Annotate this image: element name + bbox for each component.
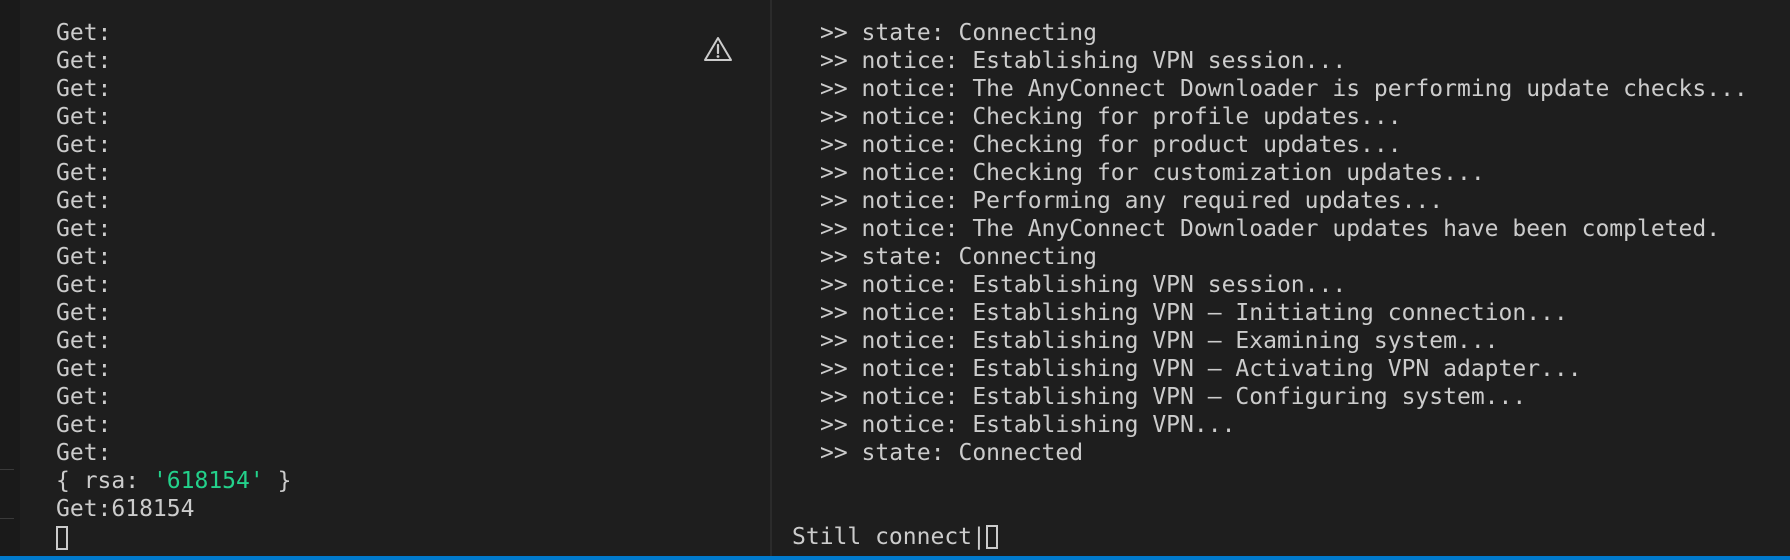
terminal-cursor — [56, 526, 68, 550]
terminal-line: >> notice: Establishing VPN – Initiating… — [820, 300, 1568, 326]
terminal-line: >> notice: The AnyConnect Downloader is … — [820, 76, 1748, 102]
terminal-line: Get: — [56, 300, 112, 326]
status-bar — [0, 556, 1790, 560]
terminal-line: Get: — [56, 48, 112, 74]
warning-triangle-icon[interactable] — [703, 35, 733, 63]
terminal-line: Get: — [56, 104, 112, 130]
terminal-line: Get: — [56, 328, 112, 354]
terminal-input-line[interactable]: Still connect| — [792, 523, 998, 551]
terminal-line: >> notice: The AnyConnect Downloader upd… — [820, 216, 1721, 242]
left-terminal-pane[interactable]: Get: Get: Get: Get: Get: Get: Get: Get: … — [0, 0, 770, 556]
rsa-prefix: { rsa: — [56, 468, 153, 494]
left-gutter — [0, 0, 20, 556]
right-terminal-pane[interactable]: >> state: Connecting >> notice: Establis… — [772, 0, 1790, 556]
gutter-marker — [0, 518, 14, 519]
terminal-line: >> state: Connected — [820, 440, 1084, 466]
terminal-line: >> notice: Checking for product updates.… — [820, 132, 1402, 158]
terminal-line: >> notice: Establishing VPN... — [820, 412, 1236, 438]
terminal-cursor — [985, 525, 998, 549]
terminal-line: Get: — [56, 412, 112, 438]
terminal-line: Get: — [56, 76, 112, 102]
terminal-line: >> notice: Performing any required updat… — [820, 188, 1444, 214]
terminal-line: >> notice: Establishing VPN session... — [820, 272, 1347, 298]
terminal-app: Get: Get: Get: Get: Get: Get: Get: Get: … — [0, 0, 1790, 560]
rsa-suffix: } — [263, 468, 292, 494]
terminal-line: Get: — [56, 188, 112, 214]
terminal-line: >> notice: Establishing VPN session... — [820, 48, 1347, 74]
terminal-line: >> state: Connecting — [820, 20, 1097, 46]
terminal-line: Get: — [56, 216, 112, 242]
terminal-line: >> notice: Checking for customization up… — [820, 160, 1485, 186]
rsa-object-line: { rsa: '618154' } — [56, 467, 291, 495]
terminal-line: Get: — [56, 440, 112, 466]
terminal-line: >> notice: Checking for profile updates.… — [820, 104, 1402, 130]
terminal-line: Get: — [56, 20, 112, 46]
right-terminal-output: >> state: Connecting >> notice: Establis… — [820, 19, 1748, 467]
gutter-marker — [0, 469, 14, 470]
terminal-line: Get: — [56, 132, 112, 158]
rsa-value: '618154' — [152, 468, 264, 494]
left-terminal-output: Get: Get: Get: Get: Get: Get: Get: Get: … — [56, 19, 291, 523]
input-text: Still connect| — [792, 524, 986, 550]
terminal-line: >> notice: Establishing VPN – Configurin… — [820, 384, 1527, 410]
terminal-line: >> notice: Establishing VPN – Examining … — [820, 328, 1499, 354]
terminal-line: Get: — [56, 272, 112, 298]
result-line: Get:618154 — [56, 496, 195, 522]
terminal-line: Get: — [56, 244, 112, 270]
terminal-line: >> notice: Establishing VPN – Activating… — [820, 356, 1582, 382]
terminal-line: >> state: Connecting — [820, 244, 1097, 270]
terminal-line: Get: — [56, 356, 112, 382]
terminal-line: Get: — [56, 384, 112, 410]
terminal-line: Get: — [56, 160, 112, 186]
